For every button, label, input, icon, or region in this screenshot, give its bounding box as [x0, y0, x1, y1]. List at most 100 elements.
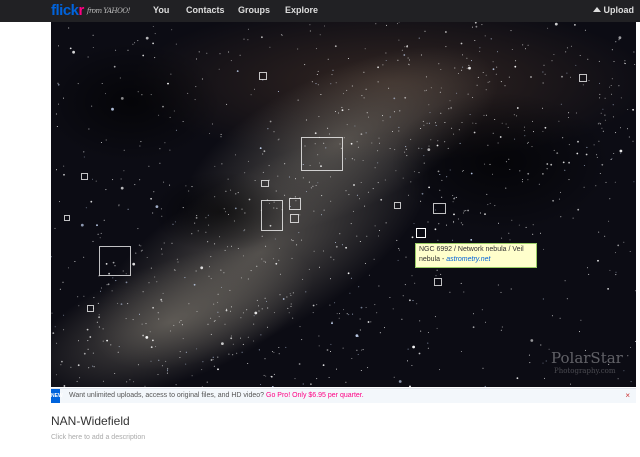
star	[428, 104, 430, 106]
annotation-box[interactable]	[261, 200, 283, 231]
star	[341, 244, 343, 246]
star	[127, 303, 129, 305]
star	[510, 30, 512, 32]
star	[141, 94, 143, 96]
annotation-box[interactable]	[394, 202, 401, 209]
star	[489, 202, 491, 204]
star	[509, 239, 511, 241]
star	[484, 385, 486, 387]
star	[261, 258, 263, 260]
description-field[interactable]: Click here to add a description	[51, 434, 145, 441]
nav-contacts[interactable]: Contacts	[186, 5, 225, 15]
star	[599, 173, 601, 174]
star	[342, 93, 344, 95]
star	[397, 23, 398, 25]
star	[137, 228, 139, 230]
star	[485, 89, 487, 91]
annotation-box[interactable]	[290, 214, 299, 223]
star	[137, 40, 139, 42]
star	[574, 24, 576, 26]
star	[527, 141, 529, 143]
flickr-logo[interactable]: flickr from YAHOO!	[51, 2, 130, 19]
star	[401, 49, 403, 51]
star	[148, 282, 150, 284]
star	[247, 39, 249, 41]
star	[230, 335, 232, 337]
star	[609, 198, 611, 200]
star	[508, 232, 510, 234]
star	[615, 274, 617, 276]
annotation-box[interactable]	[99, 246, 131, 276]
star	[269, 120, 272, 123]
star	[174, 221, 176, 223]
photo-title[interactable]: NAN-Widefield	[51, 414, 130, 428]
star	[295, 178, 296, 180]
annotation-box[interactable]	[87, 305, 94, 312]
close-icon[interactable]: ×	[625, 389, 630, 403]
star	[352, 210, 354, 212]
star	[146, 257, 148, 258]
nav-groups[interactable]: Groups	[238, 5, 270, 15]
star	[244, 229, 246, 231]
star	[63, 314, 65, 316]
star	[79, 377, 81, 379]
star	[598, 231, 600, 233]
star	[56, 126, 58, 127]
star	[360, 306, 363, 309]
annotation-box-active[interactable]	[416, 228, 426, 238]
annotation-box[interactable]	[289, 198, 301, 210]
star	[353, 184, 355, 186]
star	[620, 127, 621, 129]
annotation-note[interactable]: NGC 6992 / Network nebula / Veil nebula …	[415, 243, 537, 268]
logo-text-r: r	[78, 2, 85, 19]
star	[531, 146, 533, 148]
go-pro-link[interactable]: Go Pro! Only $6.95 per quarter.	[266, 392, 364, 399]
star	[117, 302, 119, 304]
star	[368, 274, 370, 276]
star	[242, 255, 244, 257]
star	[484, 163, 486, 165]
star	[630, 346, 632, 348]
star	[409, 59, 410, 61]
watermark-sub: Photography.com	[554, 367, 616, 375]
nav-you[interactable]: You	[153, 5, 169, 15]
star	[508, 76, 510, 78]
pro-promo-bar: NEW Want unlimited uploads, access to or…	[51, 388, 636, 403]
star	[234, 207, 237, 210]
star	[460, 351, 462, 352]
star	[568, 179, 570, 181]
annotation-box[interactable]	[259, 72, 267, 80]
star	[358, 286, 360, 288]
annotation-box[interactable]	[261, 180, 269, 187]
star	[543, 64, 545, 66]
star	[292, 317, 294, 319]
annotation-box[interactable]	[579, 74, 587, 82]
note-link[interactable]: astrometry.net	[446, 256, 490, 263]
star	[359, 198, 360, 200]
star	[321, 214, 322, 216]
star	[599, 97, 601, 99]
star	[171, 242, 173, 244]
star	[514, 65, 517, 68]
annotation-box[interactable]	[81, 173, 88, 180]
star	[263, 260, 265, 262]
star	[267, 326, 268, 328]
star	[206, 52, 208, 54]
annotation-box[interactable]	[301, 137, 343, 171]
nav-explore[interactable]: Explore	[285, 5, 318, 15]
annotation-box[interactable]	[433, 203, 446, 214]
star	[63, 165, 65, 167]
star	[326, 349, 329, 351]
star	[402, 295, 404, 297]
annotation-box[interactable]	[434, 278, 442, 286]
star	[63, 97, 64, 99]
annotation-box[interactable]	[64, 215, 70, 221]
star	[418, 352, 421, 355]
upload-button[interactable]: Upload	[592, 5, 634, 15]
star	[525, 48, 526, 50]
star	[277, 175, 279, 177]
star	[352, 313, 354, 315]
star	[74, 261, 76, 262]
star	[334, 302, 336, 304]
main-photo[interactable]: NGC 6992 / Network nebula / Veil nebula …	[51, 22, 636, 387]
